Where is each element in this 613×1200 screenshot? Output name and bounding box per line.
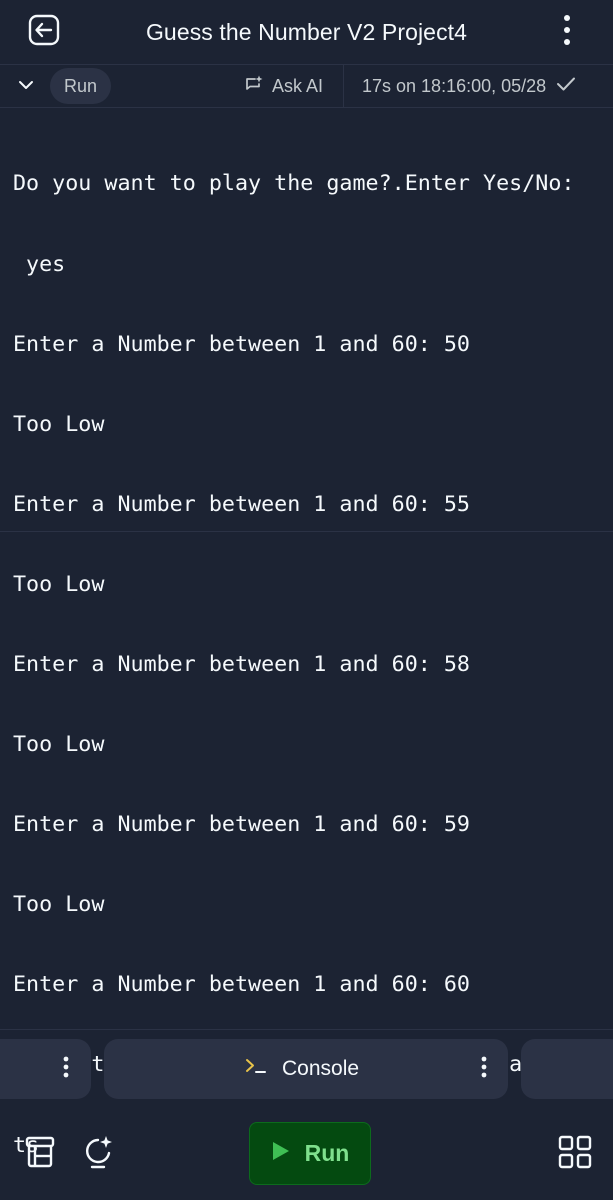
console-toolbar: Run Ask AI 17s on 18:16:00, 05/28 <box>0 64 613 108</box>
console-line: Enter a Number between 1 and 60: 55 <box>13 491 470 517</box>
grid-icon <box>558 1135 592 1174</box>
console-line: Too Low <box>13 571 105 597</box>
ai-agent-button[interactable] <box>78 1130 122 1178</box>
tab-previous[interactable] <box>0 1039 91 1099</box>
console-line: Do you want to play the game?.Enter Yes/… <box>13 171 575 197</box>
exit-button[interactable] <box>22 12 66 52</box>
more-vertical-icon <box>481 1056 487 1083</box>
check-icon <box>556 76 576 97</box>
console-line: Too Low <box>13 732 105 758</box>
tab-console-menu[interactable] <box>470 1055 498 1083</box>
run-button-label: Run <box>304 1140 350 1166</box>
console-output[interactable]: Do you want to play the game?.Enter Yes/… <box>13 118 603 1186</box>
more-menu-button[interactable] <box>543 10 591 54</box>
tab-console-label: Console <box>282 1057 360 1080</box>
run-status-text: 17s on 18:16:00, 05/28 <box>362 75 547 96</box>
console-line: Enter a Number between 1 and 60: 50 <box>13 331 470 357</box>
console-divider <box>0 531 613 532</box>
bottom-bar: Run <box>0 1110 613 1200</box>
toolbar-run-button[interactable]: Run <box>50 68 111 104</box>
ask-ai-label: Ask AI <box>272 75 324 96</box>
run-status: 17s on 18:16:00, 05/28 <box>362 68 576 104</box>
more-vertical-icon <box>563 14 571 51</box>
more-vertical-icon <box>63 1056 69 1083</box>
ask-ai-button[interactable]: Ask AI <box>244 68 323 104</box>
tab-previous-menu[interactable] <box>52 1055 80 1083</box>
tabs-divider <box>0 1029 613 1030</box>
console-line: Enter a Number between 1 and 60: 60 <box>13 972 470 998</box>
terminal-icon <box>244 1056 268 1082</box>
chevron-down-icon <box>18 77 34 95</box>
app-header: Guess the Number V2 Project4 <box>0 0 613 64</box>
console-line: Enter a Number between 1 and 60: 58 <box>13 651 470 677</box>
exit-icon <box>27 13 61 52</box>
page-title: Guess the Number V2 Project4 <box>145 18 468 45</box>
ai-sparkle-icon <box>84 1134 116 1175</box>
run-button[interactable]: Run <box>249 1122 371 1185</box>
tab-console[interactable]: Console <box>104 1039 508 1099</box>
console-line: Too Low <box>13 892 105 918</box>
play-icon <box>271 1140 291 1168</box>
toolbar-divider <box>343 65 344 107</box>
collapse-button[interactable] <box>10 70 42 102</box>
ask-ai-icon <box>244 74 264 99</box>
files-icon <box>24 1135 56 1174</box>
tab-next[interactable] <box>521 1039 613 1099</box>
console-line: yes <box>13 251 66 277</box>
tools-grid-button[interactable] <box>553 1132 597 1176</box>
console-line: Enter a Number between 1 and 60: 59 <box>13 812 470 838</box>
files-button[interactable] <box>18 1132 62 1176</box>
console-line: Too Low <box>13 411 105 437</box>
tab-console-label-group[interactable]: Console <box>244 1039 359 1099</box>
